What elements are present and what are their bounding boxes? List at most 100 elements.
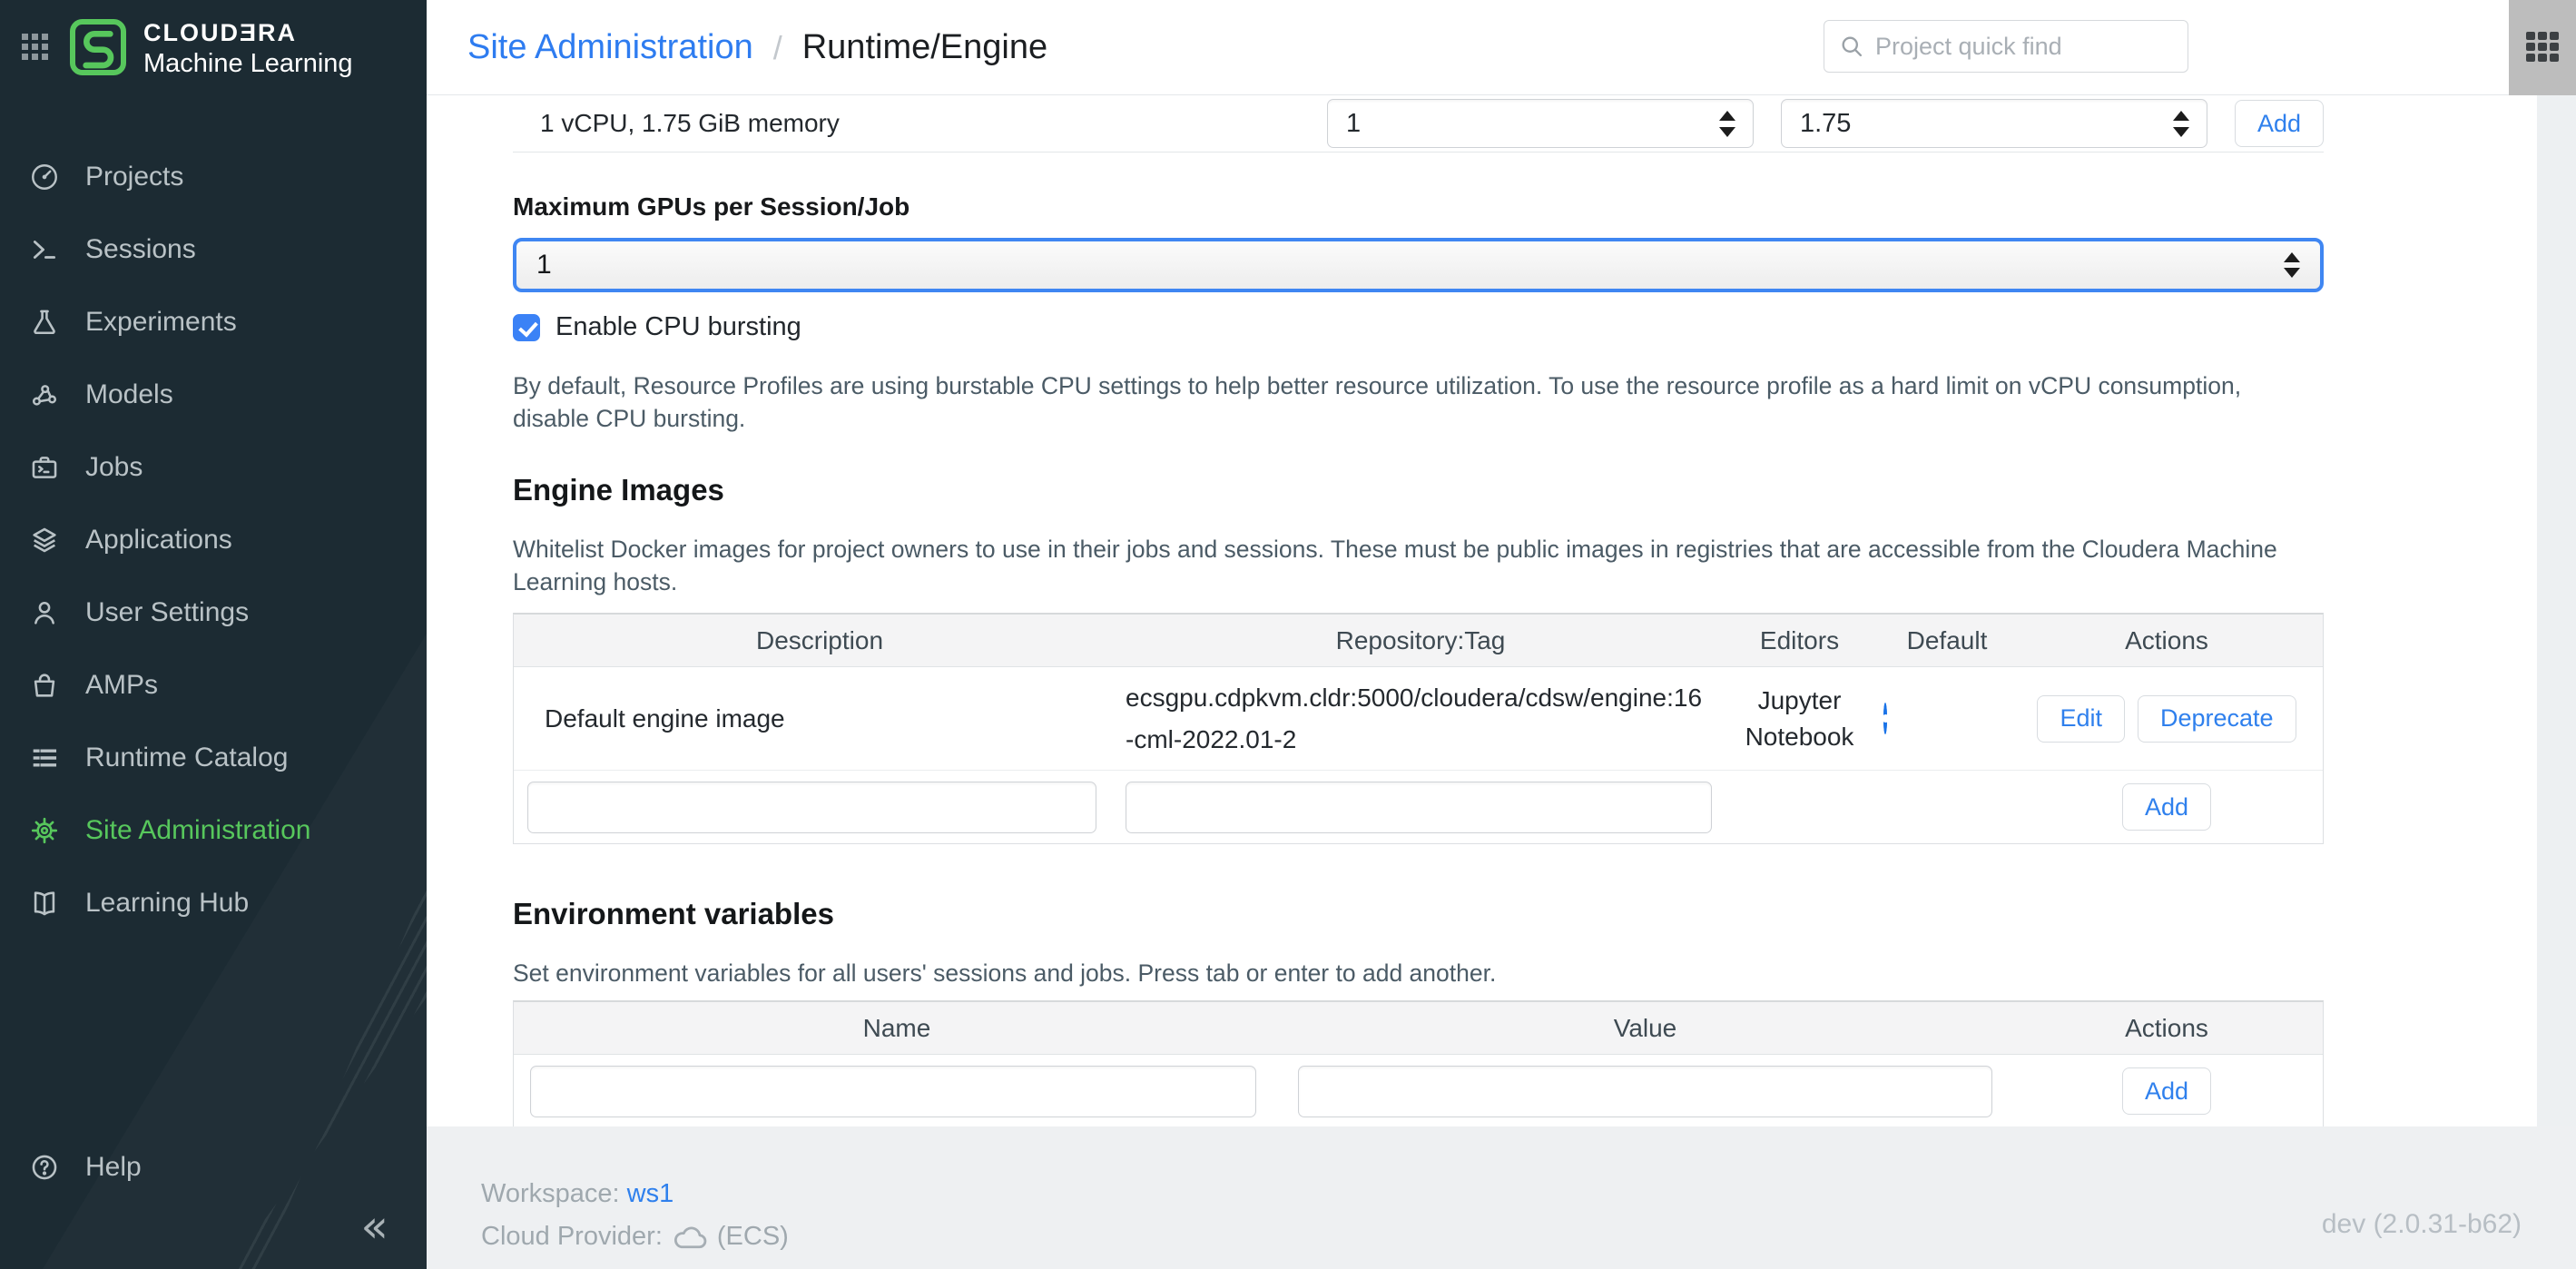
sidebar-item-label: AMPs (85, 670, 158, 701)
cloud-icon (672, 1224, 708, 1251)
add-resource-profile-button[interactable]: Add (2235, 100, 2324, 147)
app-switcher-icon[interactable] (22, 34, 49, 65)
memory-stepper (1781, 99, 2207, 148)
max-gpus-select[interactable]: 1 (513, 238, 2324, 292)
sidebar-item-projects[interactable]: Projects (0, 141, 427, 213)
breadcrumb-site-administration-link[interactable]: Site Administration (467, 28, 753, 67)
engine-image-repository: ecsgpu.cdpkvm.cldr:5000/cloudera/cdsw/en… (1126, 677, 1716, 761)
sidebar-item-user-settings[interactable]: User Settings (0, 576, 427, 649)
list-icon (27, 741, 62, 775)
workspace-line: Workspace: ws1 (481, 1126, 2576, 1209)
engine-images-table-header: Description Repository:Tag Editors Defau… (514, 615, 2323, 667)
scrollbar-track[interactable] (2537, 95, 2576, 1126)
default-engine-radio[interactable] (1883, 703, 1887, 734)
sidebar-nav: Projects Sessions Experiments Mod (0, 141, 427, 939)
col-description: Description (514, 615, 1126, 666)
env-var-name-input[interactable] (530, 1066, 1256, 1117)
cpu-bursting-label: Enable CPU bursting (556, 312, 801, 342)
experiments-icon (27, 305, 62, 339)
engine-image-description: Default engine image (514, 704, 1126, 733)
engine-image-add-row: Add (514, 771, 2323, 843)
sidebar-item-applications[interactable]: Applications (0, 504, 427, 576)
sidebar-collapse-button[interactable]: « (360, 1204, 388, 1249)
sidebar-item-runtime-catalog[interactable]: Runtime Catalog (0, 722, 427, 794)
cpu-count-stepper (1327, 99, 1754, 148)
sidebar-item-label: Experiments (85, 307, 237, 338)
brand-title: CLOUDƎRA (143, 19, 353, 47)
memory-input[interactable] (1781, 99, 2207, 148)
cpu-bursting-row: Enable CPU bursting (513, 312, 2324, 342)
sidebar-item-help[interactable]: Help (0, 1131, 427, 1204)
sessions-icon (27, 232, 62, 267)
page-footer: Workspace: ws1 Cloud Provider: (ECS) dev… (427, 1126, 2576, 1269)
add-engine-image-button[interactable]: Add (2122, 783, 2211, 831)
top-bar: Site Administration / Runtime/Engine + L… (427, 0, 2576, 95)
main-content: 1 vCPU, 1.75 GiB memory Add Maximum GPUs… (427, 95, 2576, 1126)
max-gpus-selected-value: 1 (536, 250, 552, 280)
col-actions: Actions (2011, 615, 2323, 666)
breadcrumb: Site Administration / Runtime/Engine (467, 0, 1047, 95)
resource-profile-label: 1 vCPU, 1.75 GiB memory (540, 109, 1327, 138)
environment-variables-table: Name Value Actions Add (513, 1000, 2324, 1128)
help-icon (27, 1150, 62, 1185)
project-quick-find (1824, 20, 2188, 73)
jobs-icon (27, 450, 62, 485)
sidebar-item-sessions[interactable]: Sessions (0, 213, 427, 286)
engine-image-editors: Jupyter Notebook (1716, 683, 1883, 755)
brand-text: CLOUDƎRA Machine Learning (143, 19, 353, 79)
sidebar-item-amps[interactable]: AMPs (0, 649, 427, 722)
cpu-bursting-description: By default, Resource Profiles are using … (513, 369, 2324, 435)
search-input[interactable] (1875, 33, 2188, 61)
apps-grid-button[interactable] (2509, 0, 2576, 95)
sidebar-item-learning-hub[interactable]: Learning Hub (0, 867, 427, 939)
apps-grid-icon (2524, 30, 2561, 66)
sidebar-item-site-administration[interactable]: Site Administration (0, 794, 427, 867)
edit-engine-image-button[interactable]: Edit (2037, 695, 2125, 743)
brand-row: CLOUDƎRA Machine Learning (0, 0, 427, 98)
sidebar-item-jobs[interactable]: Jobs (0, 431, 427, 504)
cloudera-ml-logo-icon (69, 18, 127, 81)
environment-variable-add-row: Add (514, 1055, 2323, 1127)
new-engine-repository-input[interactable] (1126, 782, 1712, 833)
add-env-var-button[interactable]: Add (2122, 1067, 2211, 1115)
stepper-arrows-icon[interactable] (2168, 99, 2195, 148)
sidebar-item-label: Sessions (85, 234, 196, 265)
cpu-count-input[interactable] (1327, 99, 1754, 148)
gear-icon (27, 813, 62, 848)
sidebar-item-models[interactable]: Models (0, 359, 427, 431)
sidebar: CLOUDƎRA Machine Learning Projects Sessi… (0, 0, 427, 1269)
new-engine-description-input[interactable] (527, 782, 1096, 833)
deprecate-engine-image-button[interactable]: Deprecate (2138, 695, 2296, 743)
environment-variables-table-header: Name Value Actions (514, 1002, 2323, 1055)
cpu-bursting-checkbox[interactable] (513, 314, 540, 341)
sidebar-item-label: Help (85, 1152, 142, 1183)
user-icon (27, 595, 62, 630)
sidebar-item-experiments[interactable]: Experiments (0, 286, 427, 359)
brand-subtitle: Machine Learning (143, 49, 353, 79)
models-icon (27, 378, 62, 412)
env-var-value-input[interactable] (1298, 1066, 1992, 1117)
book-icon (27, 886, 62, 920)
sidebar-item-label: User Settings (85, 597, 249, 628)
sidebar-item-label: Projects (85, 162, 183, 192)
breadcrumb-separator: / (773, 29, 782, 67)
engine-image-row: Default engine image ecsgpu.cdpkvm.cldr:… (514, 667, 2323, 771)
col-value: Value (1280, 1002, 2011, 1054)
sidebar-item-label: Site Administration (85, 815, 310, 846)
amps-bag-icon (27, 668, 62, 703)
applications-icon (27, 523, 62, 557)
max-gpus-heading: Maximum GPUs per Session/Job (513, 192, 2324, 221)
engine-images-table: Description Repository:Tag Editors Defau… (513, 613, 2324, 844)
col-repository-tag: Repository:Tag (1126, 615, 1716, 666)
environment-variables-description: Set environment variables for all users'… (513, 957, 2324, 989)
engine-images-heading: Engine Images (513, 473, 2324, 507)
version-text: dev (2.0.31-b62) (2322, 1209, 2522, 1240)
projects-icon (27, 160, 62, 194)
resource-profile-row: 1 vCPU, 1.75 GiB memory Add (513, 95, 2324, 152)
sidebar-item-label: Runtime Catalog (85, 743, 288, 773)
cloud-provider-value: (ECS) (717, 1222, 789, 1252)
workspace-link[interactable]: ws1 (627, 1179, 674, 1208)
stepper-arrows-icon[interactable] (1714, 99, 1741, 148)
select-arrows-icon (2284, 252, 2300, 278)
sidebar-item-label: Applications (85, 525, 232, 556)
